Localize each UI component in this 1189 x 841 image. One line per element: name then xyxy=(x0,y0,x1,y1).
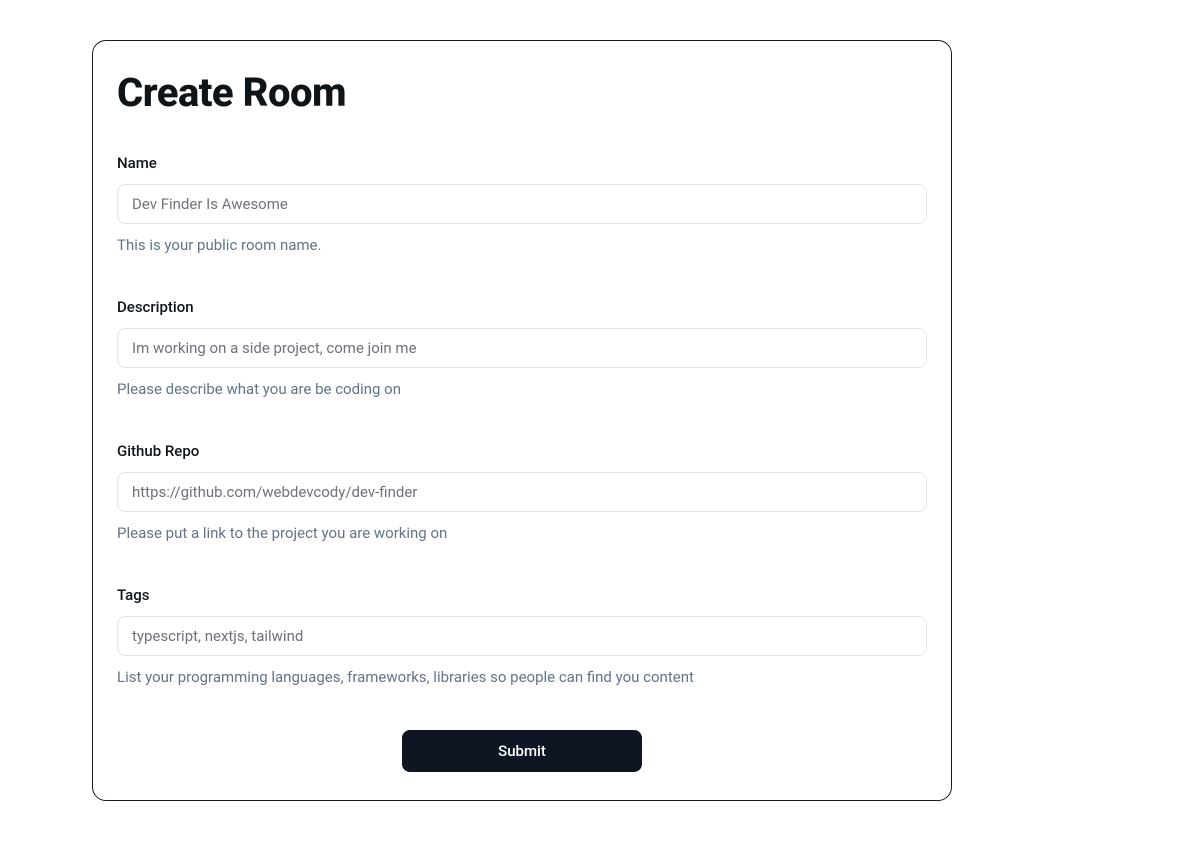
form-group-github-repo: Github Repo Please put a link to the pro… xyxy=(117,442,927,542)
form-group-tags: Tags List your programming languages, fr… xyxy=(117,586,927,686)
form-group-name: Name This is your public room name. xyxy=(117,154,927,254)
description-input[interactable] xyxy=(117,328,927,368)
tags-label: Tags xyxy=(117,586,927,604)
create-room-card: Create Room Name This is your public roo… xyxy=(92,40,952,801)
description-label: Description xyxy=(117,298,927,316)
submit-button[interactable]: Submit xyxy=(402,730,642,772)
form-group-description: Description Please describe what you are… xyxy=(117,298,927,398)
github-repo-label: Github Repo xyxy=(117,442,927,460)
github-repo-input[interactable] xyxy=(117,472,927,512)
github-repo-help: Please put a link to the project you are… xyxy=(117,524,927,542)
name-help: This is your public room name. xyxy=(117,236,927,254)
tags-help: List your programming languages, framewo… xyxy=(117,668,927,686)
name-label: Name xyxy=(117,154,927,172)
tags-input[interactable] xyxy=(117,616,927,656)
name-input[interactable] xyxy=(117,184,927,224)
submit-row: Submit xyxy=(117,730,927,772)
description-help: Please describe what you are be coding o… xyxy=(117,380,927,398)
page-title: Create Room xyxy=(117,69,927,116)
